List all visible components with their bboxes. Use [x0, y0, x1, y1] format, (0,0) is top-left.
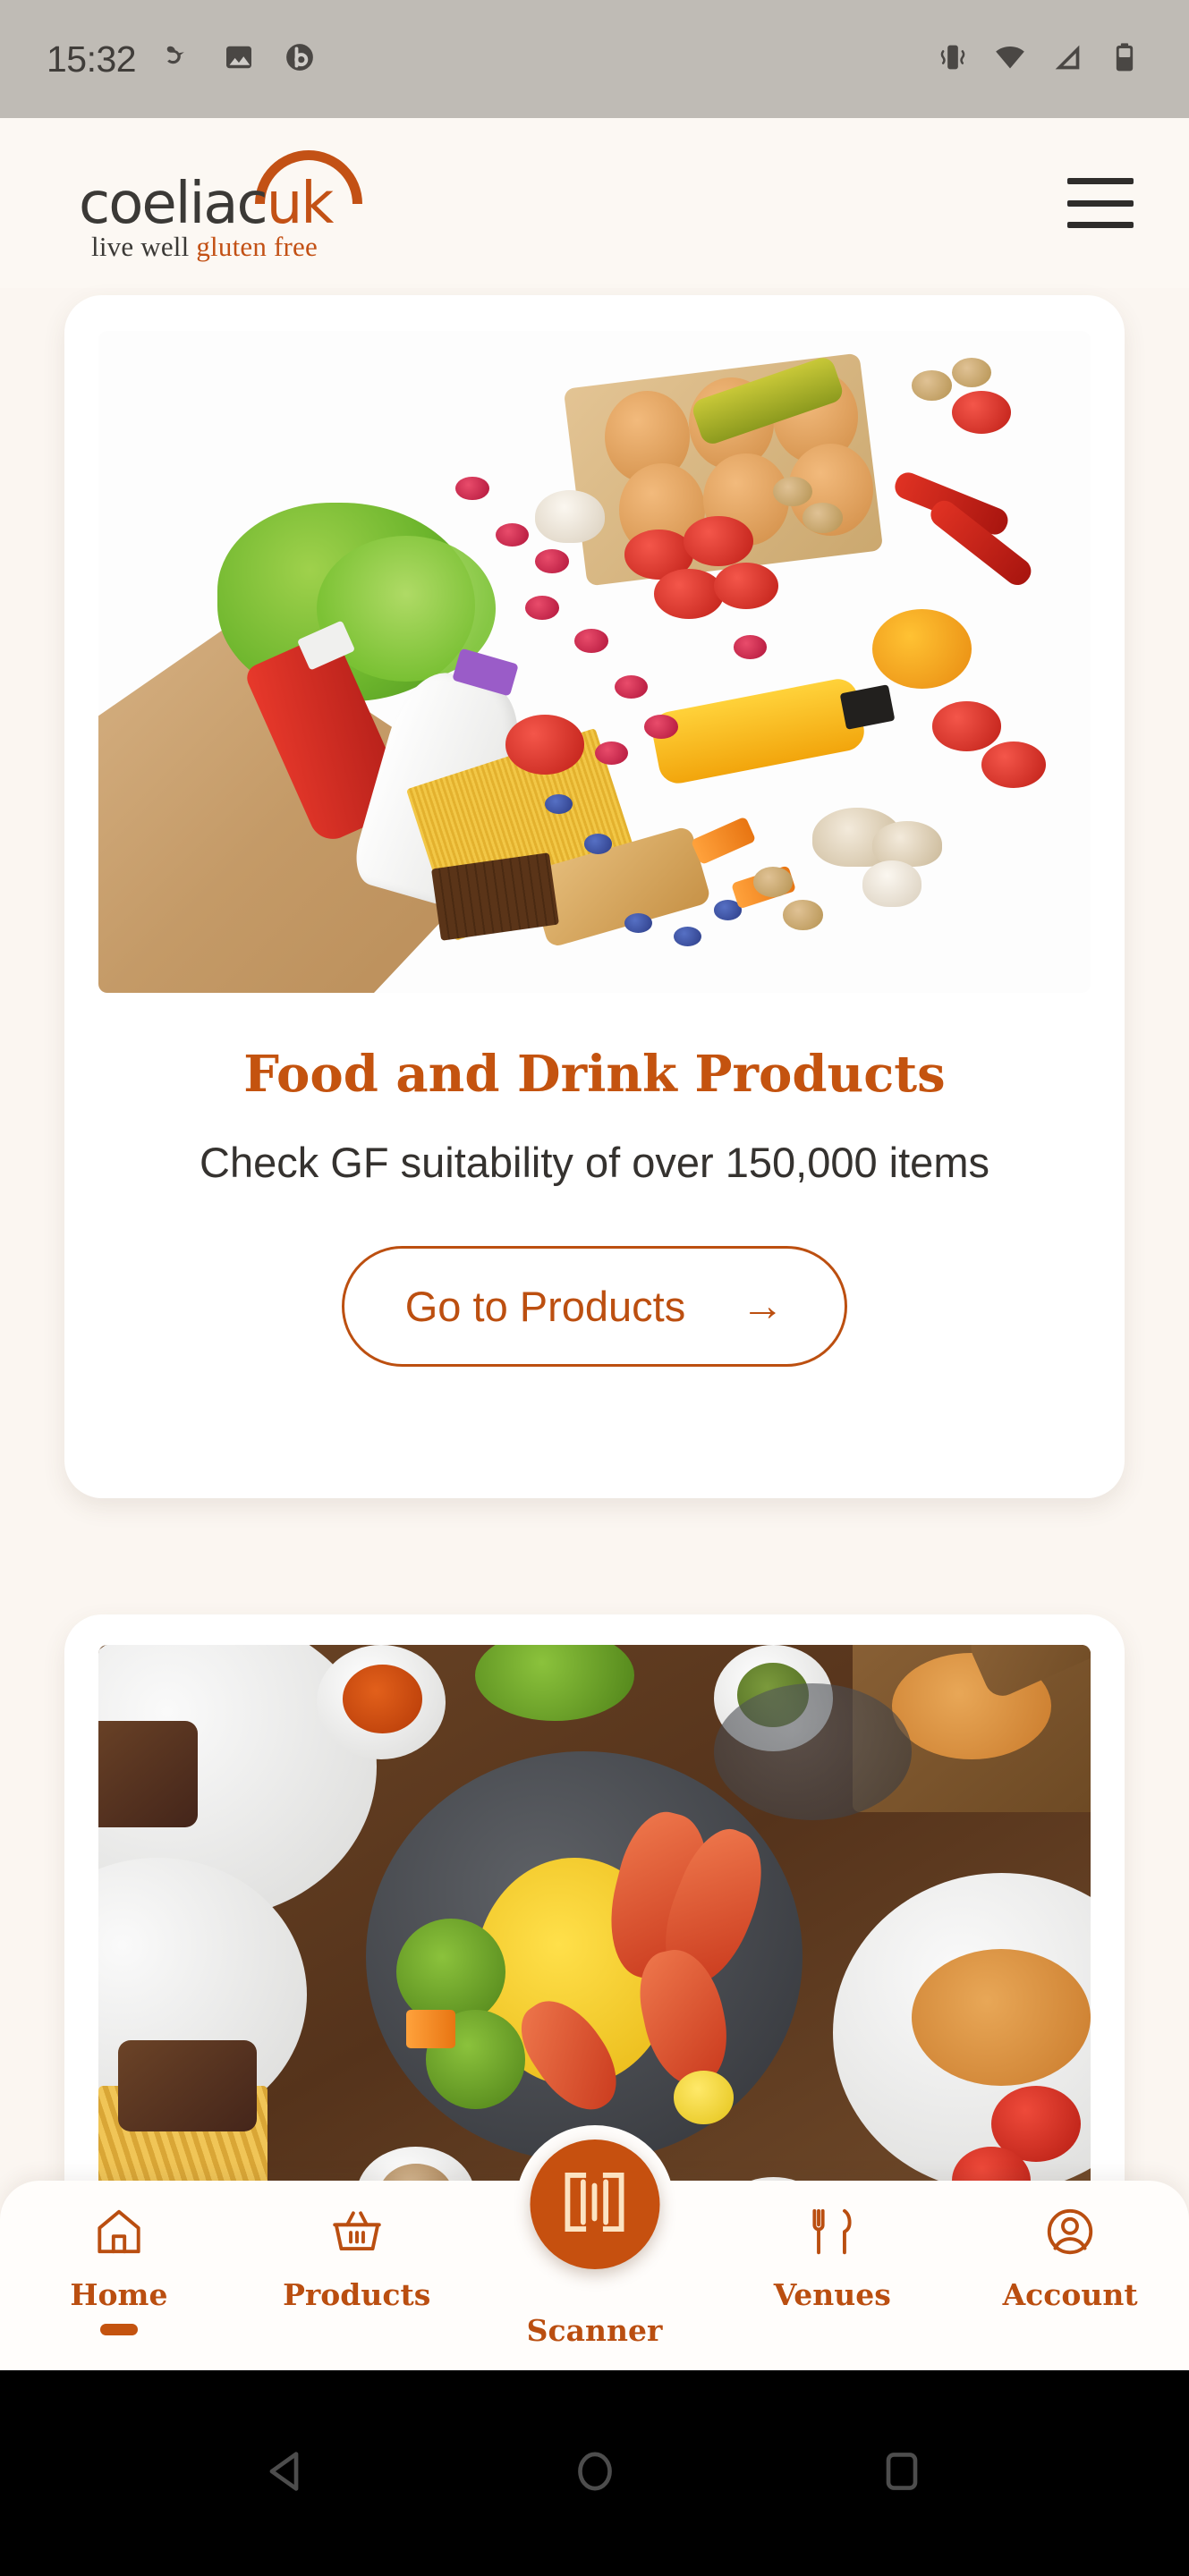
raspberry-shape — [574, 629, 609, 653]
raspberry-shape — [495, 522, 530, 547]
coeliac-uk-logo[interactable]: coeliacuk live well gluten free — [79, 150, 374, 260]
nut-shape — [951, 357, 992, 387]
garlic-shape — [862, 860, 922, 907]
active-tab-indicator — [99, 2324, 138, 2335]
nav-label-home: Home — [70, 2277, 168, 2312]
raspberry-shape — [733, 635, 768, 660]
hamburger-line-1 — [1067, 178, 1134, 184]
paprika-spice-shape — [342, 1665, 422, 1733]
raspberry-shape — [643, 715, 678, 739]
tomato-shape — [505, 715, 585, 775]
house-icon — [91, 2204, 147, 2259]
user-circle-icon — [1042, 2204, 1098, 2259]
android-navigation-bar — [0, 2370, 1189, 2576]
go-to-products-button[interactable]: Go to Products → — [342, 1246, 847, 1367]
nut-shape — [783, 900, 823, 930]
chocolate-bar-shape — [431, 852, 560, 942]
nut-shape — [752, 867, 794, 897]
recents-button[interactable] — [874, 2444, 930, 2504]
blueberry-shape — [624, 913, 652, 934]
grocery-photo — [98, 331, 1091, 993]
raspberry-shape — [594, 741, 629, 766]
logo-tagline: live well gluten free — [91, 233, 318, 260]
barcode-scanner-icon — [558, 2165, 632, 2243]
tomato-shape — [684, 516, 753, 566]
shopping-basket-icon — [329, 2204, 385, 2259]
dark-plate-shape — [713, 1682, 913, 1820]
raspberry-shape — [614, 674, 649, 699]
raspberry-shape — [455, 476, 489, 501]
cellular-signal-icon — [1049, 39, 1085, 80]
blueberry-shape — [674, 927, 702, 947]
raspberry-shape — [534, 549, 569, 573]
back-button[interactable] — [260, 2444, 316, 2504]
scanner-fab-button[interactable] — [530, 2140, 659, 2269]
arrow-right-icon: → — [741, 1282, 785, 1330]
lemon-wedge-shape — [674, 2071, 734, 2124]
tomato-shape — [713, 563, 778, 609]
status-bar-left: 15:32 — [47, 38, 318, 80]
nav-item-home[interactable]: Home — [0, 2204, 238, 2335]
fork-and-knife-icon — [804, 2204, 860, 2259]
nut-shape — [912, 370, 952, 401]
nav-item-venues[interactable]: Venues — [713, 2204, 951, 2312]
logo-tagline-secondary: gluten free — [196, 231, 318, 262]
nav-label-venues: Venues — [773, 2277, 891, 2312]
nut-shape — [803, 503, 843, 533]
products-cta-wrapper: Go to Products → — [64, 1246, 1125, 1367]
bird-app-icon — [159, 38, 197, 80]
chicken-dish-shape — [912, 1949, 1091, 2086]
beats-icon — [281, 38, 318, 80]
products-card[interactable]: Food and Drink Products Check GF suitabi… — [64, 295, 1125, 1498]
gallery-icon — [220, 38, 258, 80]
juice-bottle-shape — [649, 675, 868, 787]
meat-shape — [98, 1721, 198, 1827]
hamburger-line-2 — [1067, 199, 1134, 207]
products-card-title: Food and Drink Products — [243, 1045, 946, 1104]
products-card-image — [98, 331, 1091, 993]
orange-fruit-shape — [872, 608, 972, 689]
nav-item-account[interactable]: Account — [951, 2204, 1189, 2312]
wifi-icon — [992, 39, 1028, 80]
logo-brand-primary: coeliac — [79, 171, 268, 237]
nav-label-products: Products — [283, 2277, 431, 2312]
carrot-shape — [691, 816, 757, 865]
tomato-shape — [654, 569, 724, 619]
tomato-shape — [981, 741, 1047, 788]
raspberry-shape — [524, 596, 559, 620]
blueberry-shape — [584, 834, 613, 854]
status-bar: 15:32 — [0, 0, 1189, 118]
scanner-nav-label: Scanner — [526, 2313, 663, 2348]
nav-label-account: Account — [1002, 2277, 1138, 2312]
vibrate-icon — [935, 39, 971, 80]
ribs-shape — [118, 2040, 258, 2131]
garlic-shape — [534, 489, 605, 543]
tomato-shape — [931, 701, 1002, 751]
products-card-subtitle: Check GF suitability of over 150,000 ite… — [200, 1139, 989, 1186]
home-button[interactable] — [567, 2444, 623, 2504]
status-bar-right — [935, 39, 1142, 80]
tomato-shape — [951, 390, 1012, 434]
parsley-shape — [475, 1645, 634, 1721]
logo-wordmark: coeliacuk — [79, 175, 334, 233]
logo-brand-secondary: uk — [266, 171, 335, 237]
status-bar-clock: 15:32 — [47, 38, 137, 80]
nav-item-products[interactable]: Products — [238, 2204, 476, 2312]
mushroom-shape — [872, 820, 942, 868]
hamburger-line-3 — [1067, 222, 1134, 228]
go-to-products-label: Go to Products — [404, 1283, 686, 1330]
hamburger-menu-icon[interactable] — [1067, 178, 1134, 228]
app-header: coeliacuk live well gluten free — [0, 118, 1189, 288]
battery-icon — [1107, 39, 1142, 80]
carrot-slice-shape — [405, 2010, 456, 2048]
logo-tagline-primary: live well — [91, 231, 197, 262]
